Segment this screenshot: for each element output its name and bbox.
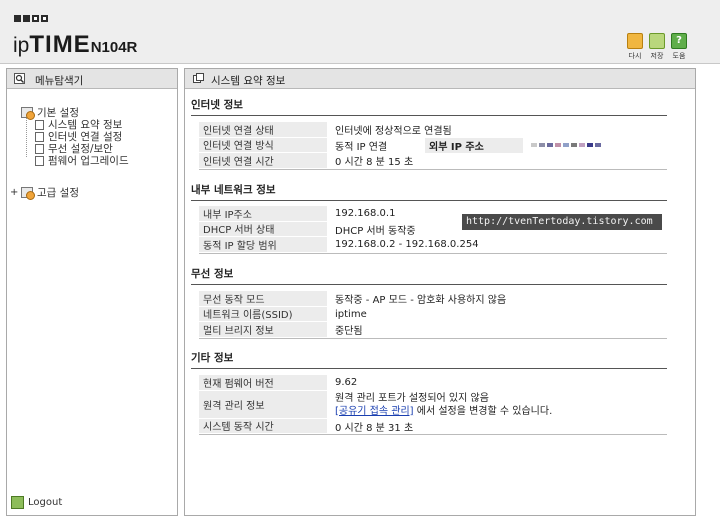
firmware-version: 9.62 (335, 377, 358, 389)
help-button[interactable]: ? 도움 (669, 33, 689, 61)
internet-info-table: 인터넷 연결 상태 인터넷에 정상적으로 연결됨 인터넷 연결 방식 동적 IP… (199, 122, 667, 170)
refresh-button[interactable]: 다시 (625, 33, 645, 61)
watermark: http://tvenTertoday.tistory.com (462, 214, 662, 230)
menu-explorer-title: 메뉴탐색기 (35, 75, 84, 87)
folder-icon (21, 187, 35, 200)
table-row: 동적 IP 할당 범위 192.168.0.2 - 192.168.0.254 (199, 237, 667, 253)
page-icon (35, 155, 44, 166)
table-row: 네트워크 이름(SSID) iptime (199, 306, 667, 322)
tree-item-firmware-upgrade[interactable]: 펌웨어 업그레이드 (35, 153, 129, 168)
logo-mark (14, 15, 48, 22)
page-title: 시스템 요약 정보 (211, 75, 286, 87)
folder-icon (21, 107, 35, 120)
external-ip-label: 외부 IP 주소 (425, 137, 523, 153)
router-access-management-link[interactable]: [공유기 접속 관리] (335, 406, 414, 417)
table-row: 무선 동작 모드 동작중 - AP 모드 - 암호화 사용하지 않음 (199, 291, 667, 307)
logout-button[interactable]: Logout (11, 496, 62, 509)
menu-explorer-header: 메뉴탐색기 (7, 69, 177, 89)
external-ip-redacted (531, 143, 601, 148)
table-row: 현재 펌웨어 버전 9.62 (199, 375, 667, 391)
system-summary-panel: 시스템 요약 정보 인터넷 정보 인터넷 연결 상태 인터넷에 정상적으로 연결… (184, 68, 696, 516)
window-icon (193, 73, 204, 83)
section-internet-title: 인터넷 정보 (191, 97, 667, 116)
table-row: 시스템 동작 시간 0 시간 8 분 31 초 (199, 418, 667, 434)
section-internal-title: 내부 네트워크 정보 (191, 182, 667, 201)
page-icon (35, 143, 44, 154)
help-icon: ? (671, 33, 687, 49)
other-info-table: 현재 펌웨어 버전 9.62 원격 관리 정보 원격 관리 포트가 설정되어 있… (199, 375, 667, 435)
tree-advanced-settings[interactable]: + 고급 설정 (10, 185, 79, 200)
page-icon (35, 119, 44, 130)
table-row: 인터넷 연결 시간 0 시간 8 분 15 초 (199, 153, 667, 169)
expand-toggle[interactable]: + (10, 187, 18, 198)
section-other-title: 기타 정보 (191, 350, 667, 369)
system-summary-header: 시스템 요약 정보 (185, 69, 695, 89)
logout-icon (11, 496, 24, 509)
system-uptime: 0 시간 8 분 31 초 (335, 422, 414, 434)
refresh-icon (627, 33, 643, 49)
table-row: 멀티 브리지 정보 중단됨 (199, 322, 667, 338)
table-row: 원격 관리 정보 원격 관리 포트가 설정되어 있지 않음 [공유기 접속 관리… (199, 390, 667, 419)
search-icon (14, 73, 25, 84)
save-icon (649, 33, 665, 49)
top-header: ipTIMEN104R 다시 저장 ? 도움 (0, 0, 720, 64)
table-row: 인터넷 연결 방식 동적 IP 연결 외부 IP 주소 (199, 137, 667, 153)
save-button[interactable]: 저장 (647, 33, 667, 61)
logo: ipTIMEN104R (13, 31, 138, 58)
page-icon (35, 131, 44, 142)
menu-explorer-panel: 메뉴탐색기 기본 설정 시스템 요약 정보 인터넷 연결 설정 무선 설정/보안… (6, 68, 178, 516)
wireless-info-table: 무선 동작 모드 동작중 - AP 모드 - 암호화 사용하지 않음 네트워크 … (199, 291, 667, 339)
table-row: 인터넷 연결 상태 인터넷에 정상적으로 연결됨 (199, 122, 667, 138)
section-wireless-title: 무선 정보 (191, 266, 667, 285)
